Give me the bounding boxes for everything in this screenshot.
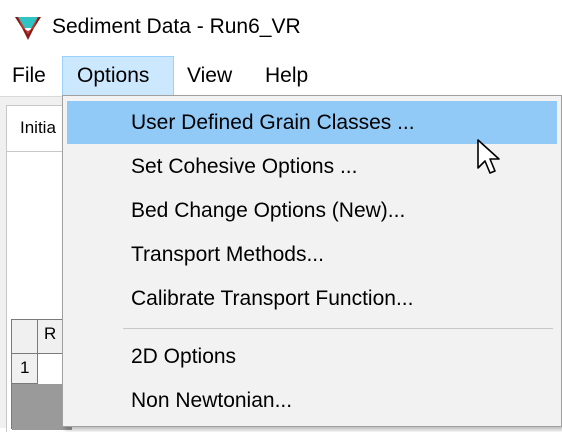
- menu-item-non-newtonian[interactable]: Non Newtonian...: [67, 379, 557, 422]
- arrow-pointer-icon: [477, 139, 500, 174]
- menu-item-bed-change-options[interactable]: Bed Change Options (New)...: [67, 189, 557, 232]
- tab-label: Initia: [20, 118, 56, 137]
- menu-item-2d-options[interactable]: 2D Options: [67, 335, 557, 378]
- menu-item-calibrate-transport-function[interactable]: Calibrate Transport Function...: [67, 277, 557, 320]
- title-bar: Sediment Data - Run6_VR: [0, 0, 562, 54]
- menu-separator: [123, 328, 553, 329]
- menu-file[interactable]: File: [12, 56, 46, 96]
- menu-item-transport-methods[interactable]: Transport Methods...: [67, 233, 557, 276]
- grid-row-header[interactable]: 1: [12, 354, 38, 384]
- window-title: Sediment Data - Run6_VR: [52, 15, 301, 38]
- menu-view[interactable]: View: [187, 56, 232, 96]
- menu-help[interactable]: Help: [265, 56, 308, 96]
- grid-corner[interactable]: [12, 320, 38, 354]
- app-icon: [15, 17, 41, 40]
- menu-options[interactable]: Options: [62, 56, 174, 96]
- menu-bar: File Options View Help: [0, 56, 562, 96]
